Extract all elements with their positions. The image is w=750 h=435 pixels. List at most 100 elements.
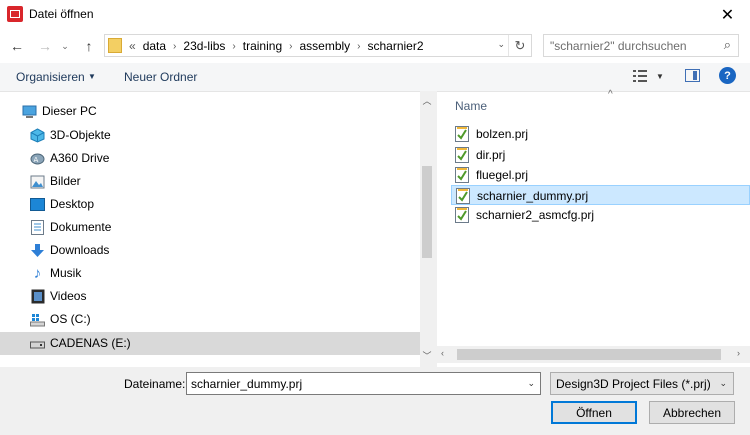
filename-input[interactable]: scharnier_dummy.prj ⌄	[186, 372, 541, 395]
nav-item-dokumente[interactable]: Dokumente	[0, 216, 420, 239]
file-type-select[interactable]: Design3D Project Files (*.prj) ⌄	[550, 372, 734, 395]
nav-item-label: Musik	[50, 266, 82, 280]
back-button[interactable]: ←	[6, 35, 28, 57]
column-header-name[interactable]: Name	[455, 99, 487, 113]
file-item-dir[interactable]: dir.prj	[451, 145, 750, 165]
nav-item-musik[interactable]: ♪ Musik	[0, 262, 420, 285]
title-bar: Datei öffnen ✕	[0, 0, 750, 30]
recent-locations-button[interactable]: ⌄	[58, 35, 72, 57]
chevron-right-icon[interactable]: ›	[232, 41, 235, 52]
nav-item-label: Dieser PC	[42, 104, 97, 118]
nav-item-label: A360 Drive	[50, 151, 110, 165]
refresh-icon: ↻	[514, 37, 526, 53]
svg-text:A: A	[34, 156, 39, 164]
file-type-value: Design3D Project Files (*.prj)	[556, 377, 711, 391]
nav-item-videos[interactable]: Videos	[0, 285, 420, 308]
breadcrumb-scharnier2[interactable]: scharnier2	[368, 39, 424, 53]
address-bar[interactable]: « data › 23d-libs › training › assembly …	[104, 34, 532, 57]
folder-icon	[108, 38, 122, 53]
file-item-scharnier2-asmcfg[interactable]: scharnier2_asmcfg.prj	[451, 205, 750, 225]
download-icon	[30, 243, 45, 258]
nav-item-label: Videos	[50, 289, 87, 303]
file-list-horizontal-scrollbar[interactable]: ‹ ›	[437, 346, 750, 363]
nav-item-3d-objekte[interactable]: 3D-Objekte	[0, 124, 420, 147]
refresh-button[interactable]: ↻	[508, 35, 531, 56]
window-title: Datei öffnen	[29, 7, 94, 21]
scroll-down-icon[interactable]: ﹀	[420, 349, 434, 362]
organize-menu-button[interactable]: Organisieren	[16, 70, 85, 84]
nav-item-bilder[interactable]: Bilder	[0, 170, 420, 193]
search-icon: ⌕	[723, 37, 731, 52]
close-button[interactable]: ✕	[705, 0, 750, 30]
view-options-icon[interactable]	[633, 70, 647, 82]
breadcrumb-training[interactable]: training	[243, 39, 282, 53]
project-file-icon	[455, 126, 469, 142]
caret-down-icon[interactable]: ▼	[656, 72, 664, 81]
pictures-icon	[30, 174, 45, 189]
breadcrumb-assembly[interactable]: assembly	[299, 39, 350, 53]
scrollbar-thumb[interactable]	[422, 166, 432, 258]
project-file-icon	[455, 207, 469, 223]
file-name: bolzen.prj	[476, 127, 529, 141]
nav-item-desktop[interactable]: Desktop	[0, 193, 420, 216]
scrollbar-thumb[interactable]	[457, 349, 721, 360]
nav-item-label: Bilder	[50, 174, 81, 188]
nav-item-dieser-pc[interactable]: Dieser PC	[0, 100, 420, 123]
new-folder-button[interactable]: Neuer Ordner	[124, 70, 197, 84]
preview-pane-icon[interactable]	[685, 69, 700, 82]
nav-item-downloads[interactable]: Downloads	[0, 239, 420, 262]
breadcrumb: « data › 23d-libs › training › assembly …	[129, 39, 424, 53]
chevron-right-icon[interactable]: ›	[173, 41, 176, 52]
chevron-down-icon: ⌄	[61, 40, 69, 51]
nav-item-label: 3D-Objekte	[50, 128, 111, 142]
cloud-drive-icon: A	[30, 151, 45, 166]
help-icon[interactable]: ?	[719, 67, 736, 84]
chevron-right-icon[interactable]: ›	[357, 41, 360, 52]
chevron-down-icon[interactable]: ⌄	[527, 378, 535, 389]
breadcrumb-23d-libs[interactable]: 23d-libs	[183, 39, 225, 53]
scroll-up-icon[interactable]: ︿	[420, 94, 434, 107]
cube-icon	[30, 128, 45, 143]
file-item-scharnier-dummy[interactable]: scharnier_dummy.prj	[451, 185, 750, 205]
documents-icon	[30, 220, 45, 235]
os-drive-icon	[30, 312, 45, 327]
computer-icon	[22, 104, 37, 119]
scroll-right-icon[interactable]: ›	[737, 348, 740, 358]
arrow-left-icon: ←	[10, 38, 24, 54]
navigation-pane[interactable]: Dieser PC 3D-Objekte A A360 Drive Bilder…	[0, 91, 434, 367]
file-list[interactable]: ^ Name bolzen.prj dir.prj fluegel.prj sc…	[437, 89, 750, 367]
project-file-icon	[456, 188, 470, 204]
file-item-fluegel[interactable]: fluegel.prj	[451, 165, 750, 185]
breadcrumb-overflow[interactable]: «	[129, 39, 136, 53]
nav-item-label: Desktop	[50, 197, 95, 211]
open-button[interactable]: Öffnen	[551, 401, 637, 424]
sort-ascending-icon: ^	[608, 89, 613, 100]
file-name: scharnier2_asmcfg.prj	[476, 208, 595, 222]
arrow-up-icon: ↑	[85, 38, 93, 54]
address-dropdown-icon[interactable]: ⌄	[497, 39, 505, 50]
nav-item-a360-drive[interactable]: A A360 Drive	[0, 147, 420, 170]
nav-item-cadenas-e[interactable]: CADENAS (E:)	[0, 332, 420, 355]
navigation-bar: ← → ⌄ ↑ « data › 23d-libs › training › a…	[0, 30, 750, 63]
nav-item-os-c[interactable]: OS (C:)	[0, 308, 420, 331]
chevron-down-icon: ⌄	[719, 378, 727, 388]
search-input[interactable]: "scharnier2" durchsuchen ⌕	[543, 34, 739, 57]
cancel-button[interactable]: Abbrechen	[649, 401, 735, 424]
nav-item-label: CADENAS (E:)	[50, 336, 131, 350]
close-icon: ✕	[720, 7, 735, 24]
scroll-left-icon[interactable]: ‹	[441, 348, 444, 358]
file-item-bolzen[interactable]: bolzen.prj	[451, 124, 750, 144]
filename-value: scharnier_dummy.prj	[191, 377, 303, 391]
command-bar: Organisieren ▼ Neuer Ordner ▼ ?	[0, 63, 750, 91]
forward-button[interactable]: →	[34, 35, 56, 57]
nav-vertical-scrollbar[interactable]: ︿ ﹀	[420, 91, 434, 367]
file-name: scharnier_dummy.prj	[477, 189, 589, 203]
breadcrumb-data[interactable]: data	[143, 39, 166, 53]
chevron-right-icon[interactable]: ›	[289, 41, 292, 52]
nav-item-label: Dokumente	[50, 220, 112, 234]
caret-down-icon[interactable]: ▼	[88, 72, 96, 81]
project-file-icon	[455, 167, 469, 183]
project-file-icon	[455, 147, 469, 163]
up-button[interactable]: ↑	[78, 35, 100, 57]
filename-label: Dateiname:	[124, 377, 186, 391]
